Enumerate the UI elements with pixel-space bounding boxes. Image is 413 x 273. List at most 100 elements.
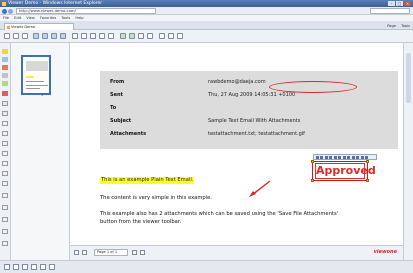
first-page-icon[interactable] — [74, 250, 79, 255]
magnifier-icon[interactable] — [40, 264, 46, 270]
rectangle-tool-icon[interactable] — [2, 101, 8, 106]
page-indicator[interactable]: Page 1 of 1 — [94, 249, 128, 256]
stamp-tool-icon[interactable] — [351, 156, 355, 159]
stamp-text: Approved — [315, 163, 376, 179]
save-file-icon[interactable] — [13, 33, 19, 39]
scrollbar-thumb[interactable] — [406, 53, 411, 103]
previous-page-icon[interactable] — [82, 250, 87, 255]
stamp-tool-icon[interactable] — [315, 156, 319, 159]
approved-stamp-annotation[interactable]: Approved — [311, 160, 376, 182]
invert-icon[interactable] — [49, 264, 55, 270]
menu-item-file[interactable]: File — [3, 16, 9, 20]
back-button[interactable] — [2, 8, 7, 14]
hyperlink-tool-icon[interactable] — [2, 161, 8, 166]
menu-item-favorites[interactable]: Favorites — [40, 16, 56, 20]
ruler-tool-icon[interactable] — [2, 151, 8, 156]
browser-tab[interactable]: Viewer Demo — [4, 23, 74, 30]
url-field[interactable]: http://www.viewer-demo.com/ — [16, 8, 156, 14]
body-text-line: button from the viewer toolbar. — [100, 219, 182, 225]
command-bar: Page Tools — [383, 23, 410, 29]
app-icon — [2, 1, 6, 6]
fit-page-icon[interactable] — [99, 33, 105, 39]
thumbnails-toggle-icon[interactable] — [31, 264, 37, 270]
first-page-icon[interactable] — [33, 33, 39, 39]
select-icon[interactable] — [138, 33, 144, 39]
previous-page-icon[interactable] — [42, 33, 48, 39]
resize-handle[interactable] — [311, 179, 314, 182]
hide-annotations-icon[interactable] — [2, 193, 8, 198]
highlighted-text: This is an example Plain Text Email. — [100, 177, 195, 184]
stamp-tool-icon[interactable] — [356, 156, 359, 159]
annotate-icon[interactable] — [120, 33, 126, 39]
address-bar: http://www.viewer-demo.com/ — [0, 7, 413, 15]
resize-handle[interactable] — [311, 160, 314, 163]
search-field[interactable] — [370, 8, 410, 14]
tab-label: Viewer Demo — [11, 25, 36, 29]
single-page-icon[interactable] — [13, 264, 19, 270]
fit-width-icon[interactable] — [90, 33, 96, 39]
next-page-icon[interactable] — [132, 250, 137, 255]
attachments-label: Attachments — [110, 131, 147, 137]
ellipse-annotation[interactable] — [269, 81, 357, 93]
print-icon[interactable] — [22, 33, 28, 39]
resize-handle[interactable] — [366, 179, 369, 182]
text-tool-icon[interactable] — [2, 73, 8, 78]
page-menu[interactable]: Page — [387, 24, 396, 28]
line-tool-icon[interactable] — [2, 57, 8, 62]
show-annotations-icon[interactable] — [2, 205, 8, 210]
annotation-tool-strip — [0, 43, 11, 260]
two-page-icon[interactable] — [22, 264, 28, 270]
zoom-out-icon[interactable] — [81, 33, 87, 39]
next-page-icon[interactable] — [51, 33, 57, 39]
stamp-icon[interactable] — [129, 33, 135, 39]
rotate-icon[interactable] — [108, 33, 114, 39]
about-icon[interactable] — [177, 33, 183, 39]
menu-item-help[interactable]: Help — [75, 16, 83, 20]
zoom-in-icon[interactable] — [72, 33, 78, 39]
stamp-tool-icon[interactable] — [347, 156, 350, 159]
stamp-tool-icon[interactable] — [329, 156, 332, 159]
stamp-tool-icon[interactable] — [342, 156, 346, 159]
image-tool-icon[interactable] — [2, 171, 8, 176]
forward-button[interactable] — [8, 8, 13, 14]
menu-item-view[interactable]: View — [26, 16, 35, 20]
open-file-icon[interactable] — [4, 33, 10, 39]
arrow-tool-icon[interactable] — [2, 65, 8, 70]
freehand-tool-icon[interactable] — [2, 131, 8, 136]
properties-icon[interactable] — [2, 229, 8, 234]
thumbnail-text-line — [26, 81, 44, 82]
last-page-icon[interactable] — [60, 33, 66, 39]
stamp-tool-icon[interactable] — [324, 156, 328, 159]
stamp-tool-icon[interactable] — [338, 156, 341, 159]
menu-item-tools[interactable]: Tools — [61, 16, 70, 20]
body-text-line: This example also has 2 attachments whic… — [100, 211, 339, 217]
highlight-tool-icon[interactable] — [2, 49, 8, 54]
polygon-tool-icon[interactable] — [2, 121, 8, 126]
stamp-tool-icon[interactable] — [333, 156, 337, 159]
stamp-tool-icon[interactable] — [365, 156, 368, 159]
vertical-scrollbar[interactable] — [403, 43, 413, 260]
tools-menu[interactable]: Tools — [401, 24, 410, 28]
stamp-tool-icon[interactable] — [2, 141, 8, 146]
menu-item-edit[interactable]: Edit — [14, 16, 21, 20]
print-annotations-icon[interactable] — [2, 217, 8, 222]
minimize-button[interactable]: – — [388, 1, 395, 6]
ellipse-tool-icon[interactable] — [2, 111, 8, 116]
save-attachments-icon[interactable] — [159, 33, 165, 39]
maximize-button[interactable]: □ — [396, 1, 403, 6]
resize-handle[interactable] — [366, 160, 369, 163]
close-button[interactable]: × — [404, 1, 411, 6]
arrow-annotation[interactable] — [248, 179, 272, 199]
pan-icon[interactable] — [147, 33, 153, 39]
redact-tool-icon[interactable] — [2, 91, 8, 96]
stamp-tool-icon[interactable] — [320, 156, 323, 159]
last-page-icon[interactable] — [140, 250, 145, 255]
note-tool-icon[interactable] — [2, 81, 8, 86]
crossout-tool-icon[interactable] — [2, 181, 8, 186]
help-icon[interactable] — [168, 33, 174, 39]
page-thumbnail[interactable] — [21, 55, 51, 95]
grid-view-icon[interactable] — [4, 264, 10, 270]
document-page[interactable]: From rawbdemo@daeja.com Sent Thu, 27 Aug… — [70, 43, 403, 245]
stamp-tool-icon[interactable] — [360, 156, 364, 159]
delete-annotation-icon[interactable] — [2, 241, 8, 246]
